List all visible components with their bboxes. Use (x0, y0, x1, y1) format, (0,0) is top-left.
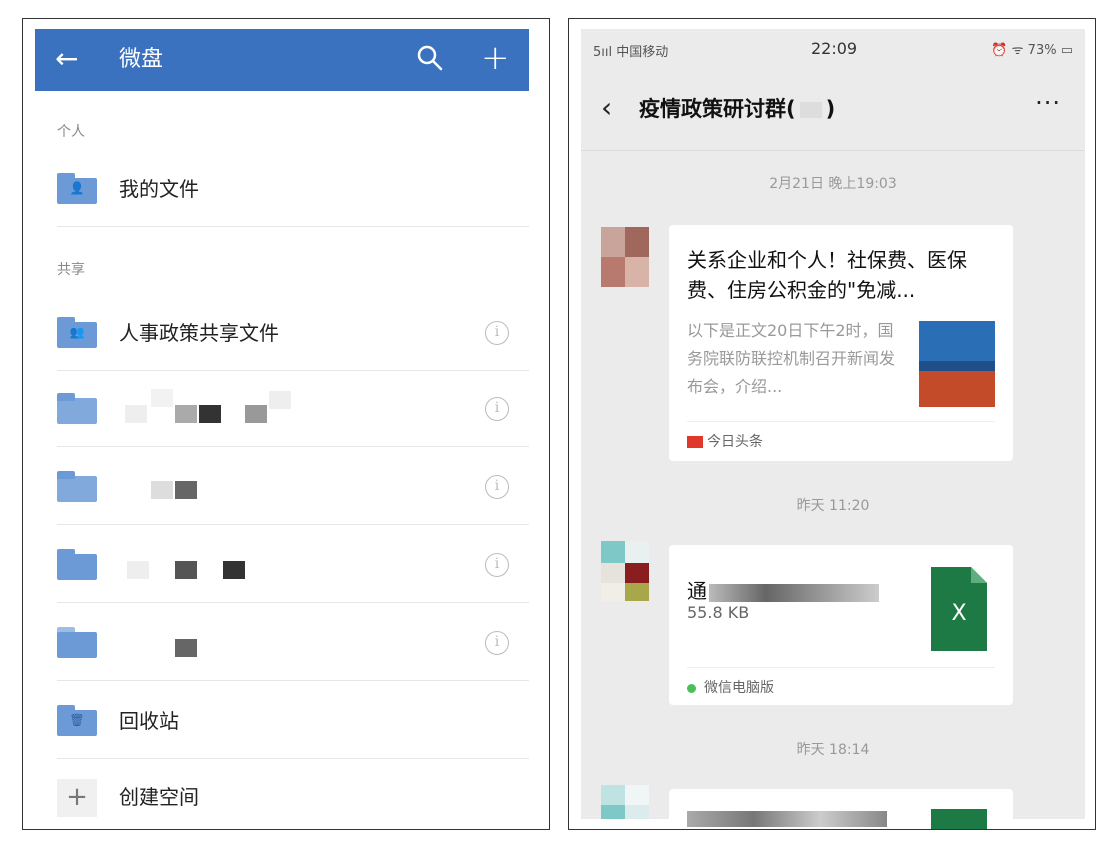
blurred-text (175, 481, 197, 499)
blurred-text (175, 639, 197, 657)
folder-icon (57, 627, 97, 659)
row-recycle-bin[interactable]: 🗑 回收站 (35, 683, 529, 759)
wechat-screenshot: 5ııl 中国移动 22:09 ⏰ ᯤ 73% ▭ ‹ 疫情政策研讨群() ··… (568, 18, 1096, 830)
file-card[interactable]: 通 55.8 KB X 微信电脑版 (669, 545, 1013, 705)
blurred-text (151, 389, 173, 407)
back-arrow-icon[interactable]: ← (55, 43, 83, 75)
trash-folder-icon: 🗑 (57, 705, 97, 737)
wedrive-screenshot: ← 微盘 + 个人 👤 我的文件 共享 👥 人事政策共享文件 i i i i i… (22, 18, 550, 830)
plus-icon: + (57, 779, 97, 817)
excel-file-icon: X (931, 567, 987, 651)
info-icon[interactable]: i (485, 321, 509, 345)
wechat-dot-icon (687, 683, 696, 693)
timestamp: 昨天 11:20 (796, 498, 870, 514)
chat-screen: 5ııl 中国移动 22:09 ⏰ ᯤ 73% ▭ ‹ 疫情政策研讨群() ··… (581, 29, 1085, 829)
blurred-text (175, 405, 197, 423)
article-thumbnail (919, 321, 995, 407)
folder-group-icon (57, 393, 97, 425)
carrier-label: 5ııl 中国移动 (593, 45, 669, 60)
file-source: 微信电脑版 (687, 677, 774, 697)
folder-user-icon: 👤 (57, 173, 97, 205)
folder-group-icon (57, 471, 97, 503)
timestamp: 昨天 18:14 (796, 742, 870, 758)
chat-nav-bar: ‹ 疫情政策研讨群() ··· (581, 67, 1085, 151)
row-label: 我的文件 (119, 177, 199, 201)
info-icon[interactable]: i (485, 475, 509, 499)
row-blurred-2[interactable]: i (35, 449, 529, 525)
blurred-text (125, 405, 147, 423)
row-blurred-4[interactable]: i (35, 605, 529, 681)
article-card[interactable]: 关系企业和个人！社保费、医保费、住房公积金的"免减... 以下是正文20日下午2… (669, 225, 1013, 461)
blurred-text (151, 481, 173, 499)
row-blurred-3[interactable]: i (35, 527, 529, 603)
status-bar: 5ııl 中国移动 22:09 ⏰ ᯤ 73% ▭ (581, 29, 1085, 67)
blurred-text (199, 405, 221, 423)
file-name: 通 (687, 575, 879, 604)
blurred-text (687, 811, 887, 827)
excel-file-icon (931, 809, 987, 829)
file-size: 55.8 KB (687, 603, 750, 622)
section-label-personal: 个人 (57, 124, 85, 140)
folder-icon (57, 549, 97, 581)
section-label-shared: 共享 (57, 262, 85, 278)
chat-title: 疫情政策研讨群() (639, 97, 836, 121)
file-list: 个人 👤 我的文件 共享 👥 人事政策共享文件 i i i i i 🗑 回收站 … (35, 91, 529, 829)
info-icon[interactable]: i (485, 397, 509, 421)
row-label: 回收站 (119, 709, 179, 733)
blurred-text (175, 561, 197, 579)
row-my-files[interactable]: 👤 我的文件 (35, 151, 529, 227)
row-hr-policy[interactable]: 👥 人事政策共享文件 i (35, 295, 529, 371)
app-header: ← 微盘 + (35, 29, 529, 91)
avatar[interactable] (601, 785, 649, 829)
row-blurred-1[interactable]: i (35, 371, 529, 447)
more-icon[interactable]: ··· (1035, 89, 1061, 117)
article-snippet: 以下是正文20日下午2时，国务院联防联控机制召开新闻发布会，介绍... (687, 321, 896, 396)
row-label: 人事政策共享文件 (119, 321, 279, 345)
row-label: 创建空间 (119, 785, 199, 809)
folder-group-icon: 👥 (57, 317, 97, 349)
avatar[interactable] (601, 227, 649, 287)
timestamp: 2月21日 晚上19:03 (769, 176, 897, 192)
file-card-partial[interactable] (669, 789, 1013, 829)
blurred-text (223, 561, 245, 579)
search-icon[interactable] (415, 43, 445, 73)
add-icon[interactable]: + (481, 39, 515, 77)
status-icons: ⏰ ᯤ 73% ▭ (991, 43, 1073, 58)
page-title: 微盘 (119, 47, 164, 72)
blurred-text (269, 391, 291, 409)
article-source: 今日头条 (687, 431, 763, 451)
blurred-text (245, 405, 267, 423)
info-icon[interactable]: i (485, 631, 509, 655)
blurred-text (127, 561, 149, 579)
toutiao-logo-icon (687, 436, 703, 448)
status-time: 22:09 (811, 39, 858, 58)
info-icon[interactable]: i (485, 553, 509, 577)
row-create-space[interactable]: + 创建空间 (35, 759, 529, 829)
article-title: 关系企业和个人！社保费、医保费、住房公积金的"免减... (687, 248, 967, 302)
avatar[interactable] (601, 541, 649, 601)
back-chevron-icon[interactable]: ‹ (601, 91, 612, 124)
